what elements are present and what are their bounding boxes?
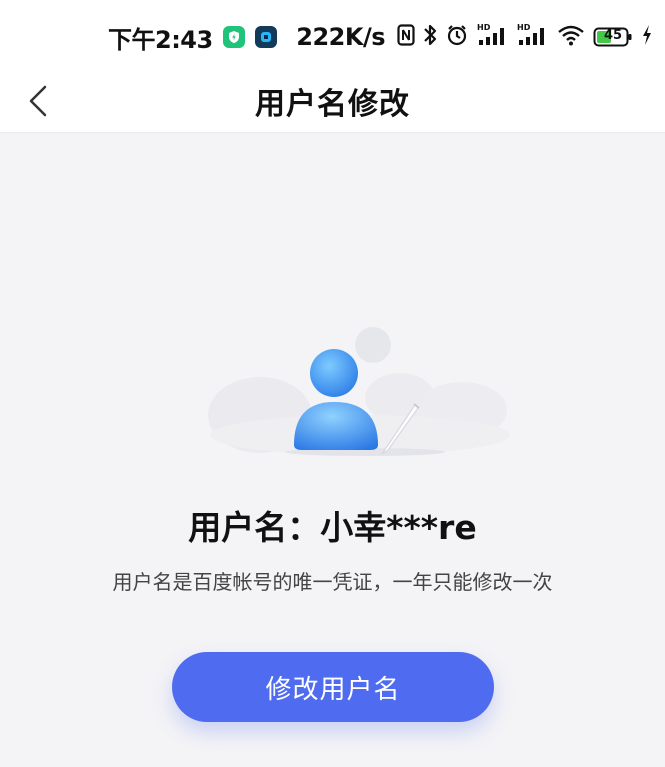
status-bar: 下午2:43 222K/s HD HD 45 bbox=[0, 0, 665, 70]
status-right: 222K/s HD HD 45 bbox=[296, 22, 653, 52]
network-speed: 222K/s bbox=[296, 23, 385, 51]
app-square-icon bbox=[254, 26, 277, 48]
user-avatar-illustration bbox=[190, 320, 530, 470]
hd-signal-icon: HD bbox=[477, 23, 509, 51]
status-left: 下午2:43 bbox=[108, 22, 277, 54]
nfc-icon bbox=[397, 24, 415, 50]
username-label: 用户名： bbox=[188, 508, 321, 547]
alarm-icon bbox=[445, 23, 469, 51]
svg-text:HD: HD bbox=[517, 23, 531, 32]
edit-username-button[interactable]: 修改用户名 bbox=[172, 652, 494, 722]
username-display: 用户名： 小幸***re bbox=[0, 500, 665, 550]
bluetooth-icon bbox=[423, 23, 437, 51]
page-title: 用户名修改 bbox=[255, 87, 410, 122]
svg-text:HD: HD bbox=[477, 23, 491, 32]
status-time: 下午2:43 bbox=[108, 25, 213, 54]
wifi-icon bbox=[557, 24, 585, 50]
nav-bar: 用户名修改 bbox=[0, 70, 665, 133]
battery-icon: 45 bbox=[593, 26, 633, 48]
battery-level: 45 bbox=[603, 28, 623, 43]
username-description: 用户名是百度帐号的唯一凭证，一年只能修改一次 bbox=[112, 569, 553, 594]
hd-signal-icon-2: HD bbox=[517, 23, 549, 51]
charging-icon bbox=[641, 24, 653, 50]
app-shield-icon bbox=[222, 26, 245, 48]
username-value: 小幸***re bbox=[320, 508, 477, 547]
